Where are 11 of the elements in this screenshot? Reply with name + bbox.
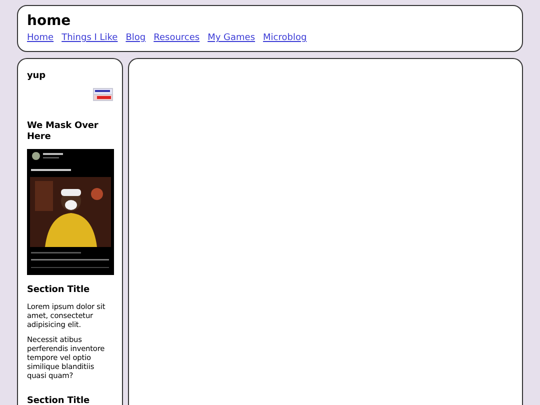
- nav-link[interactable]: Home: [27, 32, 54, 44]
- section-heading: yup: [27, 71, 46, 82]
- section-heading: Section Title: [27, 396, 90, 405]
- site-title: home: [27, 13, 72, 30]
- section-heading: Section Title: [27, 285, 90, 296]
- nav-link[interactable]: Resources: [154, 32, 200, 44]
- nav-link[interactable]: My Games: [208, 32, 256, 44]
- nav-link[interactable]: Blog: [126, 32, 146, 44]
- nav-link[interactable]: Things I Like: [62, 32, 118, 44]
- nav-link[interactable]: Microblog: [263, 32, 307, 44]
- section-heading: We Mask Over Here: [27, 121, 100, 143]
